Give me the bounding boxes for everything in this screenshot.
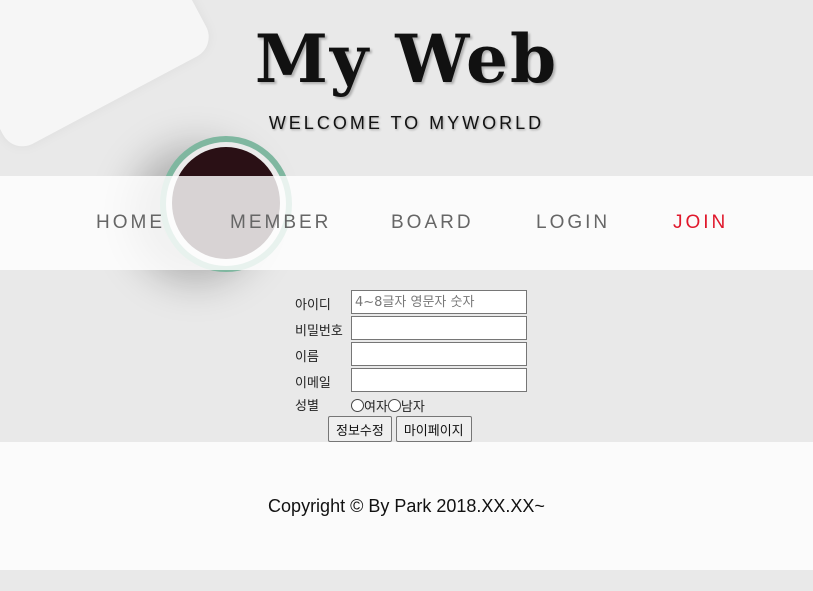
email-input[interactable]	[351, 368, 527, 392]
password-label: 비밀번호	[295, 324, 343, 339]
nav-board[interactable]: BOARD	[391, 212, 474, 234]
nav-login[interactable]: LOGIN	[536, 212, 610, 234]
id-input[interactable]	[351, 290, 527, 314]
nav-member[interactable]: MEMBER	[230, 212, 331, 234]
gender-female-label: 여자	[364, 400, 388, 415]
id-row: 아이디	[293, 290, 533, 316]
gender-male-label: 남자	[400, 400, 425, 415]
update-info-button[interactable]: 정보수정	[328, 416, 392, 442]
copyright-text: Copyright © By Park 2018.XX.XX~	[268, 496, 545, 516]
site-header: My Web WELCOME TO MYWORLD	[0, 0, 813, 176]
gender-male-radio[interactable]	[387, 399, 401, 412]
gender-female-radio[interactable]	[351, 399, 364, 412]
name-row: 이름	[293, 342, 533, 368]
site-subtitle: WELCOME TO MYWORLD	[268, 113, 545, 133]
mypage-button[interactable]: 마이페이지	[395, 416, 472, 442]
site-footer: Copyright © By Park 2018.XX.XX~	[0, 442, 813, 570]
name-label: 이름	[295, 350, 319, 365]
gender-options: 여자 남자	[351, 396, 425, 415]
password-row: 비밀번호	[293, 316, 533, 342]
name-input[interactable]	[351, 342, 527, 366]
email-label: 이메일	[295, 376, 331, 391]
password-input[interactable]	[351, 316, 527, 340]
email-row: 이메일	[293, 368, 533, 394]
main-nav: HOME MEMBER BOARD LOGIN JOIN	[0, 176, 813, 270]
form-buttons: 정보수정 마이페이지	[328, 416, 472, 442]
gender-label: 성별	[295, 399, 319, 414]
nav-home[interactable]: HOME	[96, 212, 165, 234]
gender-row: 성별 여자 남자	[293, 394, 533, 416]
nav-join[interactable]: JOIN	[673, 212, 728, 234]
id-label: 아이디	[295, 298, 331, 313]
member-info-form: 아이디 비밀번호 이름 이메일 성별 여자 남자 정보수정 마이페이지	[293, 290, 533, 442]
site-title: My Web	[254, 20, 559, 98]
